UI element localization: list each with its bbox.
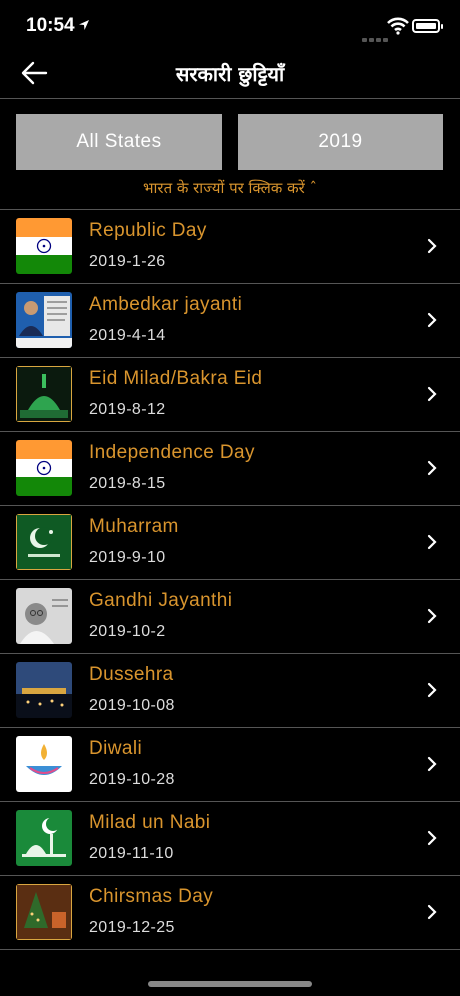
list-item[interactable]: Eid Milad/Bakra Eid 2019-8-12 (0, 358, 460, 432)
holiday-date: 2019-10-28 (89, 771, 175, 788)
mosque-moon-image (16, 810, 72, 866)
list-item[interactable]: Republic Day 2019-1-26 (0, 210, 460, 284)
holiday-list: Republic Day 2019-1-26 Ambedkar jayanti … (0, 209, 460, 950)
holiday-date: 2019-10-08 (89, 697, 175, 714)
holiday-title: Diwali (89, 738, 143, 759)
list-item[interactable]: Dussehra 2019-10-08 (0, 654, 460, 728)
christmas-tree-image (16, 884, 72, 940)
crescent-star-image (16, 514, 72, 570)
states-hint-text: भारत के राज्यों पर क्लिक करें ˆ (143, 179, 317, 197)
holiday-title: Milad un Nabi (89, 812, 211, 833)
chevron-right-icon (427, 238, 437, 254)
status-time: 10:54 (26, 15, 75, 36)
chevron-right-icon (427, 904, 437, 920)
holiday-title: Gandhi Jayanthi (89, 590, 233, 611)
holiday-title: Ambedkar jayanti (89, 294, 243, 315)
chevron-right-icon (427, 682, 437, 698)
chevron-right-icon (427, 756, 437, 772)
chevron-right-icon (427, 830, 437, 846)
chevron-right-icon (427, 534, 437, 550)
year-button[interactable]: 2019 (238, 114, 443, 170)
list-item[interactable]: Diwali 2019-10-28 (0, 728, 460, 802)
holiday-date: 2019-11-10 (89, 845, 174, 862)
navigation-bar: सरकारी छुट्टियाँ (0, 56, 460, 99)
green-mosque-image (16, 366, 72, 422)
india-flag-image (16, 218, 72, 274)
holiday-title: Chirsmas Day (89, 886, 214, 907)
list-item[interactable]: Chirsmas Day 2019-12-25 (0, 876, 460, 950)
night-festival-image (16, 662, 72, 718)
india-flag-image (16, 440, 72, 496)
home-indicator[interactable] (148, 981, 312, 987)
chevron-right-icon (427, 312, 437, 328)
gandhi-portrait-image (16, 588, 72, 644)
holiday-title: Muharram (89, 516, 179, 537)
cellular-signal-icon (362, 27, 390, 46)
holiday-date: 2019-8-12 (89, 401, 166, 418)
ambedkar-portrait-image (16, 292, 72, 348)
page-title: सरकारी छुट्टियाँ (175, 62, 285, 86)
holiday-title: Eid Milad/Bakra Eid (89, 368, 263, 389)
chevron-right-icon (427, 386, 437, 402)
wifi-icon (387, 17, 409, 35)
holiday-title: Independence Day (89, 442, 255, 463)
holiday-date: 2019-8-15 (89, 475, 166, 492)
list-item[interactable]: Ambedkar jayanti 2019-4-14 (0, 284, 460, 358)
holiday-date: 2019-12-25 (89, 919, 175, 936)
holiday-date: 2019-4-14 (89, 327, 166, 344)
holiday-title: Dussehra (89, 664, 174, 685)
holiday-date: 2019-9-10 (89, 549, 166, 566)
list-item[interactable]: Gandhi Jayanthi 2019-10-2 (0, 580, 460, 654)
list-item[interactable]: Independence Day 2019-8-15 (0, 432, 460, 506)
all-states-button[interactable]: All States (16, 114, 222, 170)
holiday-title: Republic Day (89, 220, 207, 241)
chevron-right-icon (427, 460, 437, 476)
list-item[interactable]: Muharram 2019-9-10 (0, 506, 460, 580)
status-bar: 10:54 (0, 0, 460, 56)
diya-lamp-image (16, 736, 72, 792)
battery-icon (412, 19, 443, 33)
list-item[interactable]: Milad un Nabi 2019-11-10 (0, 802, 460, 876)
holiday-date: 2019-10-2 (89, 623, 166, 640)
holiday-date: 2019-1-26 (89, 253, 166, 270)
chevron-right-icon (427, 608, 437, 624)
location-arrow-icon (79, 20, 89, 30)
